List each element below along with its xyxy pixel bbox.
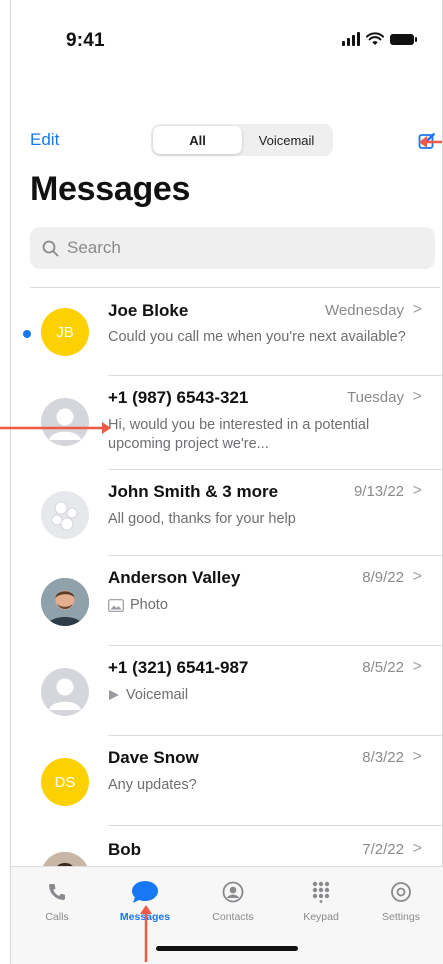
- conversation-row[interactable]: JB Joe Bloke Wednesday > Could you call …: [11, 288, 443, 376]
- play-icon: [109, 690, 119, 701]
- tab-label: Calls: [45, 911, 69, 923]
- conversation-date: Wednesday: [325, 302, 404, 319]
- conversation-row[interactable]: Bob 7/2/22 >: [11, 826, 443, 866]
- conversation-name: John Smith & 3 more: [108, 482, 279, 501]
- wifi-icon: [366, 32, 384, 45]
- tab-keypad[interactable]: Keypad: [281, 879, 361, 923]
- conversation-name: Anderson Valley: [108, 568, 241, 587]
- home-indicator: [156, 946, 298, 951]
- search-icon: [42, 240, 59, 256]
- chat-bubble-icon: [132, 881, 158, 903]
- preview-text: Photo: [130, 597, 168, 613]
- avatar-initials: JB: [56, 323, 74, 341]
- status-icons: [342, 32, 417, 46]
- conversation-row[interactable]: John Smith & 3 more 9/13/22 > All good, …: [11, 470, 443, 556]
- avatar: [41, 852, 89, 866]
- tab-calls[interactable]: Calls: [17, 879, 97, 923]
- conversation-name: Dave Snow: [108, 748, 199, 767]
- person-circle-icon: [222, 881, 244, 903]
- chevron-right-icon: >: [412, 748, 422, 765]
- battery-icon: [390, 33, 417, 45]
- avatar: DS: [41, 758, 89, 806]
- conversation-name: +1 (321) 6541-987: [108, 658, 249, 677]
- chevron-right-icon: >: [412, 658, 422, 675]
- conversation-preview: Photo: [108, 596, 428, 615]
- conversation-row[interactable]: DS Dave Snow 8/3/22 > Any updates?: [11, 736, 443, 826]
- conversation-date: 8/3/22: [362, 749, 404, 766]
- unread-dot: [23, 330, 31, 338]
- segment-voicemail[interactable]: Voicemail: [242, 126, 331, 154]
- tab-settings[interactable]: Settings: [361, 879, 441, 923]
- conversation-preview: Could you call me when you're next avail…: [108, 329, 406, 345]
- chevron-right-icon: >: [412, 482, 422, 499]
- search-placeholder: Search: [67, 238, 121, 257]
- avatar: JB: [41, 308, 89, 356]
- annotation-arrow-icon: [419, 136, 442, 148]
- chevron-right-icon: >: [412, 301, 422, 318]
- contact-photo: [41, 852, 89, 866]
- conversation-date: Tuesday: [347, 389, 404, 406]
- person-placeholder-icon: [49, 678, 81, 710]
- conversation-date: 8/9/22: [362, 569, 404, 586]
- page-title: Messages: [30, 170, 191, 208]
- conversation-preview: Any updates?: [108, 777, 197, 793]
- chevron-right-icon: >: [412, 388, 422, 405]
- status-time: 9:41: [66, 30, 105, 51]
- phone-icon: [49, 884, 65, 900]
- tab-label: Contacts: [212, 911, 254, 923]
- photo-icon: [108, 598, 124, 612]
- chevron-right-icon: >: [412, 568, 422, 585]
- preview-text: Voicemail: [126, 687, 189, 703]
- avatar: [41, 578, 89, 626]
- filter-segmented-control: All Voicemail: [151, 124, 333, 156]
- tab-contacts[interactable]: Contacts: [193, 879, 273, 923]
- phone-screen: 9:41 Edit All Voicemail Messages Search: [10, 0, 443, 964]
- segment-all[interactable]: All: [153, 126, 242, 154]
- conversation-name: +1 (987) 6543-321: [108, 388, 249, 407]
- group-avatar-icon: [51, 501, 78, 531]
- conversation-row[interactable]: +1 (321) 6541-987 8/5/22 > Voicemail: [11, 646, 443, 736]
- tab-label: Settings: [382, 911, 420, 923]
- conversation-preview: Voicemail: [108, 686, 428, 705]
- avatar: [41, 491, 89, 539]
- annotation-arrow-icon: [0, 422, 111, 434]
- edit-button[interactable]: Edit: [30, 130, 59, 150]
- conversation-preview: Hi, would you be interested in a potenti…: [108, 417, 370, 452]
- gear-icon: [391, 882, 411, 902]
- conversation-preview: All good, thanks for your help: [108, 511, 296, 527]
- tab-label: Keypad: [303, 911, 339, 923]
- conversation-date: 8/5/22: [362, 659, 404, 676]
- avatar: [41, 668, 89, 716]
- conversation-row[interactable]: Anderson Valley 8/9/22 > Photo: [11, 556, 443, 646]
- contact-photo: [41, 578, 89, 626]
- keypad-icon: [312, 881, 330, 903]
- avatar-initials: DS: [54, 773, 76, 791]
- search-input[interactable]: Search: [30, 227, 435, 269]
- conversation-name: Joe Bloke: [108, 301, 189, 320]
- chevron-right-icon: >: [412, 840, 422, 857]
- cellular-signal-icon: [342, 32, 360, 46]
- conversation-date: 9/13/22: [353, 483, 404, 500]
- annotation-arrow-icon: [140, 905, 152, 962]
- conversation-date: 7/2/22: [362, 841, 404, 858]
- conversation-name: Bob: [108, 840, 142, 859]
